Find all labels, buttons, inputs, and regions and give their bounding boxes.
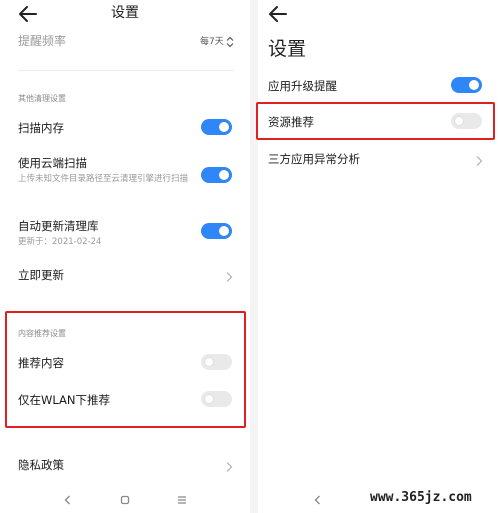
wlan-only-label: 仅在WLAN下推荐	[18, 393, 111, 407]
page-title: 设置	[268, 38, 307, 60]
resource-recommend-label: 资源推荐	[268, 115, 314, 129]
cloud-scan-description: 上传未知文件目录路径至云清理引擎进行扫描	[18, 174, 189, 184]
chevron-right-icon	[474, 152, 484, 166]
privacy-policy-label: 隐私政策	[18, 458, 64, 472]
chevron-right-icon	[224, 268, 234, 282]
up-down-icon	[226, 33, 234, 48]
chevron-right-icon	[224, 458, 234, 472]
auto-update-label: 自动更新清理库	[18, 219, 99, 233]
page-title: 设置	[111, 5, 139, 21]
resource-recommend-toggle[interactable]	[451, 113, 482, 129]
app-upgrade-label: 应用升级提醒	[268, 79, 337, 93]
app-upgrade-toggle[interactable]	[451, 77, 482, 93]
nav-home-icon[interactable]	[119, 491, 131, 505]
reminder-frequency-value: 每7天	[200, 37, 224, 47]
back-arrow-icon[interactable]	[266, 2, 290, 26]
section-other-cleanup: 其他清理设置	[18, 94, 66, 103]
scan-memory-toggle[interactable]	[201, 119, 232, 135]
panel-divider	[250, 0, 258, 513]
nav-back-icon[interactable]	[62, 491, 74, 505]
wlan-only-toggle[interactable]	[201, 391, 232, 407]
third-party-analysis-label: 三方应用异常分析	[268, 152, 360, 166]
recommend-content-toggle[interactable]	[201, 354, 232, 370]
divider	[18, 70, 234, 71]
cloud-scan-label: 使用云端扫描	[18, 156, 87, 170]
nav-back-icon[interactable]	[312, 491, 324, 505]
scan-memory-label: 扫描内存	[18, 121, 64, 135]
recommend-content-label: 推荐内容	[18, 356, 64, 370]
section-content-recommend: 内容推荐设置	[18, 329, 66, 338]
nav-menu-icon[interactable]	[176, 491, 188, 504]
update-now-label: 立即更新	[18, 268, 64, 282]
reminder-frequency-label: 提醒频率	[18, 34, 67, 48]
auto-update-toggle[interactable]	[201, 223, 232, 239]
watermark: www.365jz.com	[370, 490, 472, 505]
auto-update-date: 更新于：2021-02-24	[18, 237, 102, 247]
cloud-scan-toggle[interactable]	[201, 167, 232, 183]
